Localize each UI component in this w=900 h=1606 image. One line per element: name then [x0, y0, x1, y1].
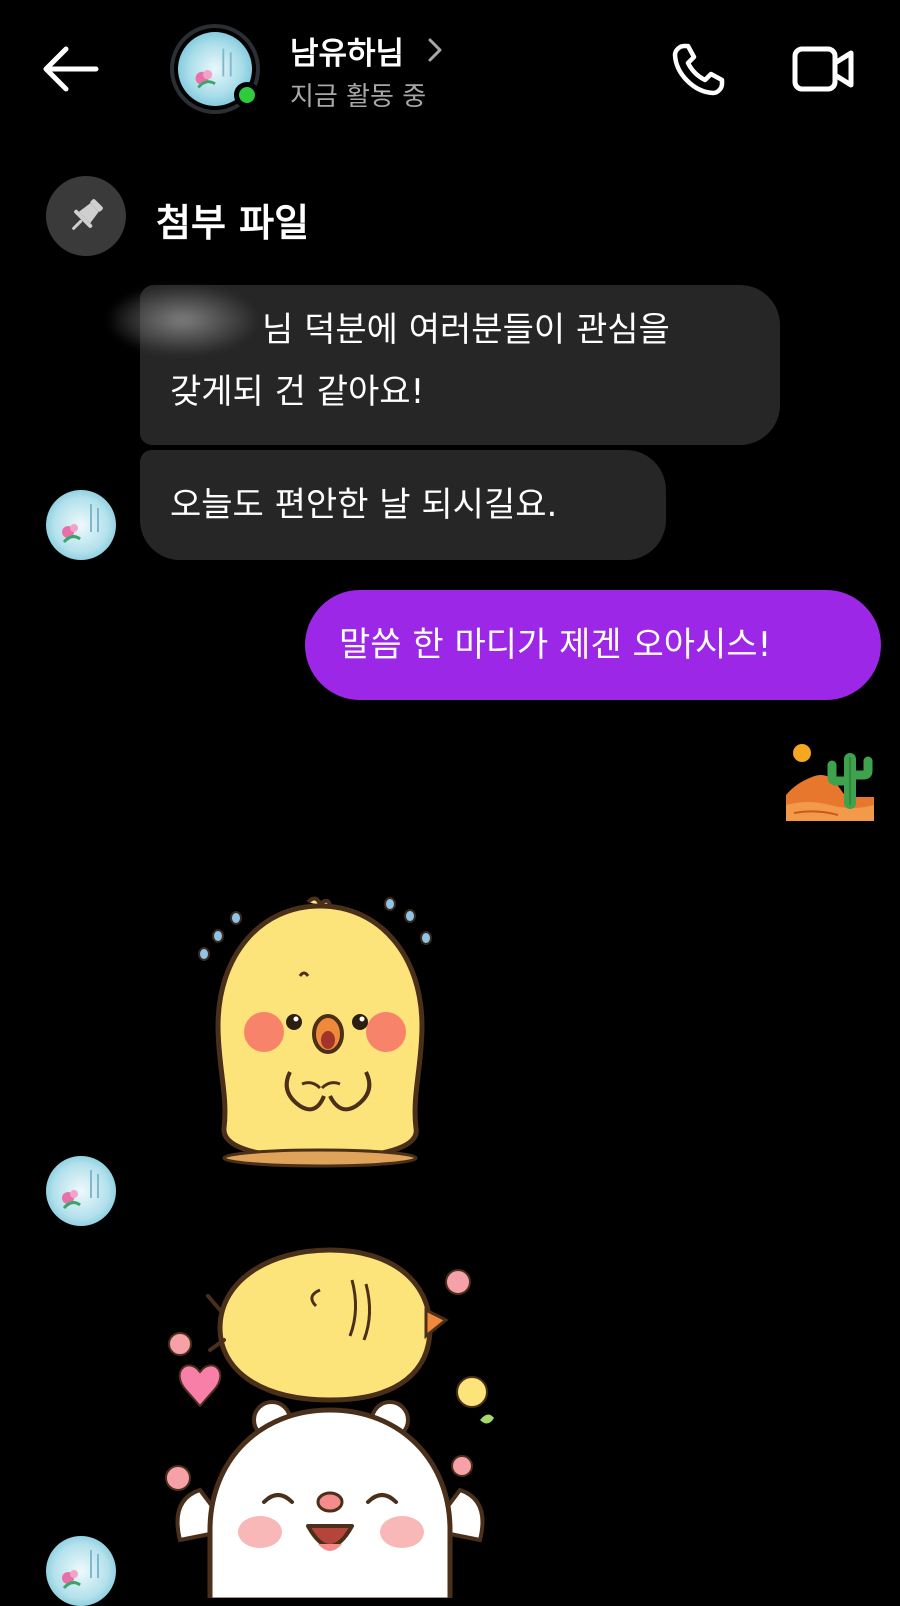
redacted-text-blur	[110, 286, 255, 354]
contact-avatar[interactable]	[170, 24, 260, 114]
sender-avatar[interactable]	[46, 1156, 116, 1226]
voice-call-button[interactable]	[664, 34, 734, 104]
video-call-button[interactable]	[784, 34, 864, 104]
incoming-message-bubble[interactable]: 오늘도 편안한 날 되시길요.	[140, 450, 666, 560]
chick-and-bear-sticker[interactable]	[140, 1240, 520, 1603]
chevron-right-icon[interactable]	[426, 36, 444, 64]
back-button[interactable]	[30, 34, 110, 104]
sender-avatar[interactable]	[46, 490, 116, 560]
message-text: 오늘도 편안한 날 되시길요.	[170, 485, 558, 525]
desert-cactus-emoji[interactable]	[786, 743, 874, 821]
chick-sticker[interactable]	[190, 896, 450, 1176]
arrow-left-icon	[43, 46, 99, 92]
outgoing-message-bubble[interactable]: 말씀 한 마디가 제겐 오아시스!	[305, 590, 881, 700]
pin-icon	[72, 199, 103, 230]
contact-name[interactable]: 남유하님	[290, 28, 404, 73]
pinned-attachments-button[interactable]	[46, 176, 126, 256]
phone-icon	[672, 43, 725, 96]
pinned-attachments-label[interactable]: 첨부 파일	[156, 192, 309, 247]
online-indicator	[234, 82, 260, 108]
activity-status: 지금 활동 중	[290, 82, 427, 112]
message-text: 말씀 한 마디가 제겐 오아시스!	[339, 625, 772, 665]
message-line: 갖게되 건 같아요!	[170, 372, 425, 412]
message-line: 님 덕분에 여러분들이 관심을	[262, 310, 670, 350]
sender-avatar[interactable]	[46, 1536, 116, 1606]
video-camera-icon	[792, 46, 854, 92]
